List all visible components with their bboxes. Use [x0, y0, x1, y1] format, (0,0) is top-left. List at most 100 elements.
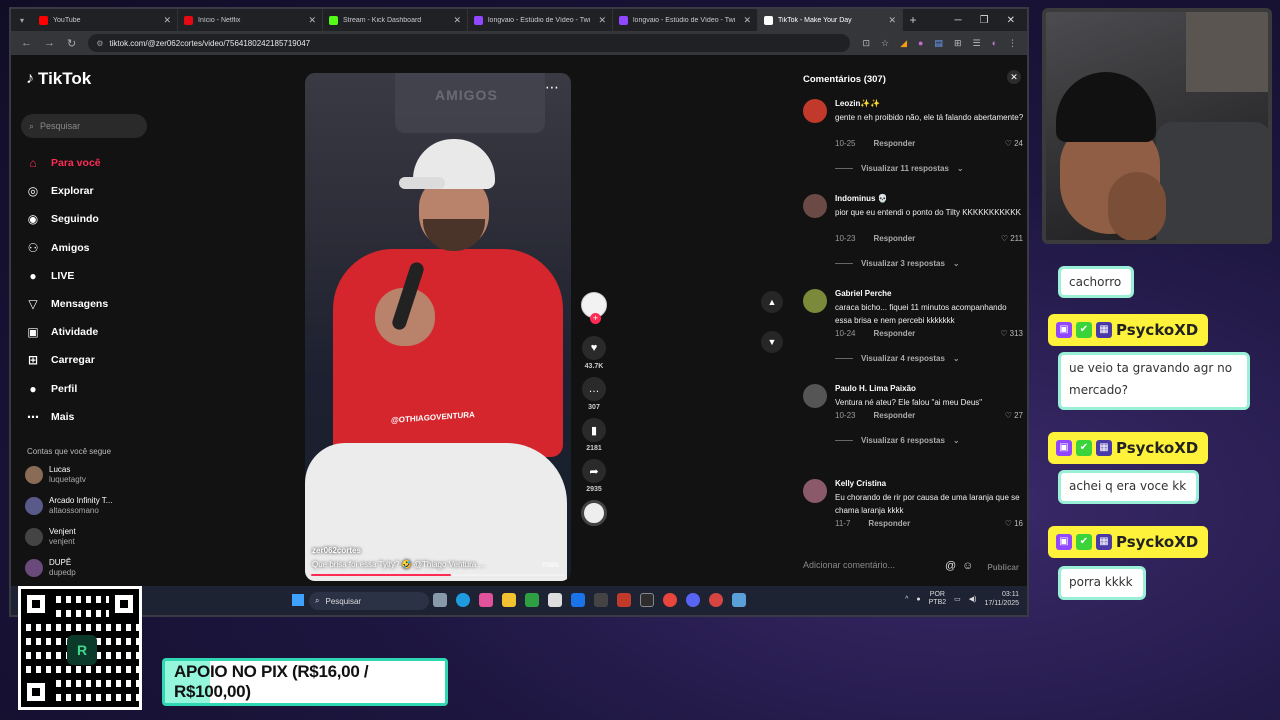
windows-start-icon[interactable]	[292, 594, 304, 606]
restore-icon[interactable]: ❐	[980, 15, 989, 26]
sidebar-item-upload[interactable]: ⊞ Carregar	[25, 346, 108, 374]
commenter-name[interactable]: Kelly Cristina	[835, 479, 886, 488]
clock[interactable]: 03:11 17/11/2025	[984, 590, 1019, 608]
followed-account[interactable]: Arcado Infinity T... altaossomano	[25, 490, 112, 521]
video-options-icon[interactable]: ⋯	[545, 79, 559, 96]
back-icon[interactable]: ←	[21, 37, 32, 49]
view-replies-button[interactable]: Visualizar 6 respostas ⌄	[835, 436, 960, 445]
sidebar-item-more[interactable]: ⋯ Mais	[25, 403, 108, 431]
network-icon[interactable]: ▭	[954, 595, 961, 603]
commenter-avatar[interactable]	[803, 289, 827, 313]
close-comments-icon[interactable]: ✕	[1007, 70, 1021, 84]
creator-avatar[interactable]: +	[581, 292, 607, 324]
language-indicator[interactable]: POR PTB2	[929, 591, 947, 607]
browser-tab[interactable]: TikTok - Make Your Day ✕	[758, 9, 903, 31]
sidebar-item-activity[interactable]: ▣ Atividade	[25, 318, 108, 346]
commenter-name[interactable]: Indominus 💀	[835, 194, 888, 203]
tab-close-icon[interactable]: ✕	[888, 15, 896, 26]
minimize-icon[interactable]: ─	[955, 15, 962, 26]
gamepad-icon[interactable]	[732, 593, 746, 607]
tiktok-logo[interactable]: ♪ TikTok	[26, 69, 91, 89]
translate-icon[interactable]: ▤	[934, 38, 943, 49]
chrome-icon[interactable]	[663, 593, 677, 607]
like-button[interactable]: ♥ 43.7K	[581, 336, 607, 370]
tab-close-icon[interactable]: ✕	[308, 15, 316, 26]
sidebar-item-friends[interactable]: ⚇ Amigos	[25, 234, 108, 262]
app-icon[interactable]	[617, 593, 631, 607]
tray-chevron-icon[interactable]: ^	[905, 596, 908, 603]
previous-video-button[interactable]: ▲	[761, 291, 783, 313]
view-replies-button[interactable]: Visualizar 3 respostas ⌄	[835, 259, 960, 268]
reload-icon[interactable]: ↻	[67, 37, 76, 50]
comment-input[interactable]: Adicionar comentário...	[803, 552, 953, 578]
puzzle-icon[interactable]: ⊞	[954, 38, 962, 49]
menu-icon[interactable]: ⋮	[1008, 38, 1017, 49]
copilot-icon[interactable]	[479, 593, 493, 607]
browser-tab[interactable]: Início - Netflix ✕	[178, 9, 323, 31]
store-icon[interactable]	[548, 593, 562, 607]
commenter-avatar[interactable]	[803, 99, 827, 123]
browser-tab[interactable]: longvaio - Estúdio de Vídeo - Twi ✕	[613, 9, 758, 31]
view-replies-button[interactable]: Visualizar 4 respostas ⌄	[835, 354, 960, 363]
sidebar-item-live[interactable]: ● LIVE	[25, 262, 108, 290]
browser-tab[interactable]: Stream - Kick Dashboard ✕	[323, 9, 468, 31]
tab-close-icon[interactable]: ✕	[453, 15, 461, 26]
install-icon[interactable]: ⊡	[862, 38, 870, 49]
tab-search-icon[interactable]: ▾	[11, 16, 33, 25]
reply-button[interactable]: Responder	[868, 519, 910, 528]
comment-like-button[interactable]: ♡ 313	[1000, 329, 1023, 338]
commenter-name[interactable]: Paulo H. Lima Paixão	[835, 384, 916, 393]
save-button[interactable]: ▮ 2181	[581, 418, 607, 452]
reply-button[interactable]: Responder	[873, 139, 915, 148]
caption-more-link[interactable]: mais	[542, 560, 559, 569]
commenter-avatar[interactable]	[803, 194, 827, 218]
next-video-button[interactable]: ▼	[761, 331, 783, 353]
explorer-icon[interactable]	[502, 593, 516, 607]
new-tab-button[interactable]: +	[903, 13, 923, 27]
reply-button[interactable]: Responder	[873, 329, 915, 338]
xbox-icon[interactable]	[525, 593, 539, 607]
followed-account[interactable]: DUPÊ dupedp	[25, 552, 112, 583]
music-disc-icon[interactable]	[581, 500, 607, 526]
comment-like-button[interactable]: ♡ 27	[1005, 411, 1023, 420]
video-progress-bar[interactable]	[311, 574, 565, 576]
search-input[interactable]: ⌕ Pesquisar	[21, 114, 147, 138]
media-icon[interactable]: ☰	[972, 38, 980, 49]
browser-tab[interactable]: longvaio - Estúdio de Vídeo - Twi ✕	[468, 9, 613, 31]
taskview-icon[interactable]	[433, 593, 447, 607]
reply-button[interactable]: Responder	[873, 411, 915, 420]
pen-icon[interactable]	[594, 593, 608, 607]
follow-plus-icon[interactable]: +	[590, 313, 601, 324]
url-field[interactable]: ⚙ tiktok.com/@zer062cortes/video/7564180…	[88, 34, 851, 52]
tab-close-icon[interactable]: ✕	[743, 15, 751, 26]
sidebar-item-messages[interactable]: ▽ Mensagens	[25, 290, 108, 318]
tab-close-icon[interactable]: ✕	[163, 15, 171, 26]
commenter-name[interactable]: Leozin✨✨	[835, 99, 880, 108]
sidebar-item-following[interactable]: ◉ Seguindo	[25, 205, 108, 233]
terminal-icon[interactable]	[640, 593, 654, 607]
recorder-icon[interactable]	[709, 593, 723, 607]
sidebar-item-compass[interactable]: ◎ Explorar	[25, 177, 108, 205]
comment-like-button[interactable]: ♡ 211	[1001, 234, 1023, 243]
volume-icon[interactable]: ◀)	[969, 595, 977, 603]
mention-icon[interactable]: @	[945, 560, 956, 572]
followed-account[interactable]: Lucas luquetagtv	[25, 459, 112, 490]
video-author[interactable]: zer062cortes	[312, 546, 361, 555]
outlook-icon[interactable]	[571, 593, 585, 607]
comment-like-button[interactable]: ♡ 16	[1005, 519, 1023, 528]
commenter-avatar[interactable]	[803, 479, 827, 503]
rss-icon[interactable]: ◢	[900, 38, 907, 49]
extension-icon[interactable]: ●	[918, 38, 923, 49]
mic-tray-icon[interactable]: ●	[916, 596, 920, 603]
comment-like-button[interactable]: ♡ 24	[1005, 139, 1023, 148]
edge-icon[interactable]	[456, 593, 470, 607]
video-player[interactable]: AMIGOS @OTHIAGOVENTURA ⋯ zer062cortes Qu…	[305, 73, 571, 581]
commenter-avatar[interactable]	[803, 384, 827, 408]
sidebar-item-profile[interactable]: ● Perfil	[25, 375, 108, 403]
discord-icon[interactable]	[686, 593, 700, 607]
forward-icon[interactable]: →	[44, 37, 55, 49]
sidebar-item-home[interactable]: ⌂ Para você	[25, 149, 108, 177]
post-comment-button[interactable]: Publicar	[987, 563, 1019, 572]
taskbar-search[interactable]: ⌕ Pesquisar	[309, 592, 429, 610]
profile-icon[interactable]: ◐	[992, 38, 997, 49]
